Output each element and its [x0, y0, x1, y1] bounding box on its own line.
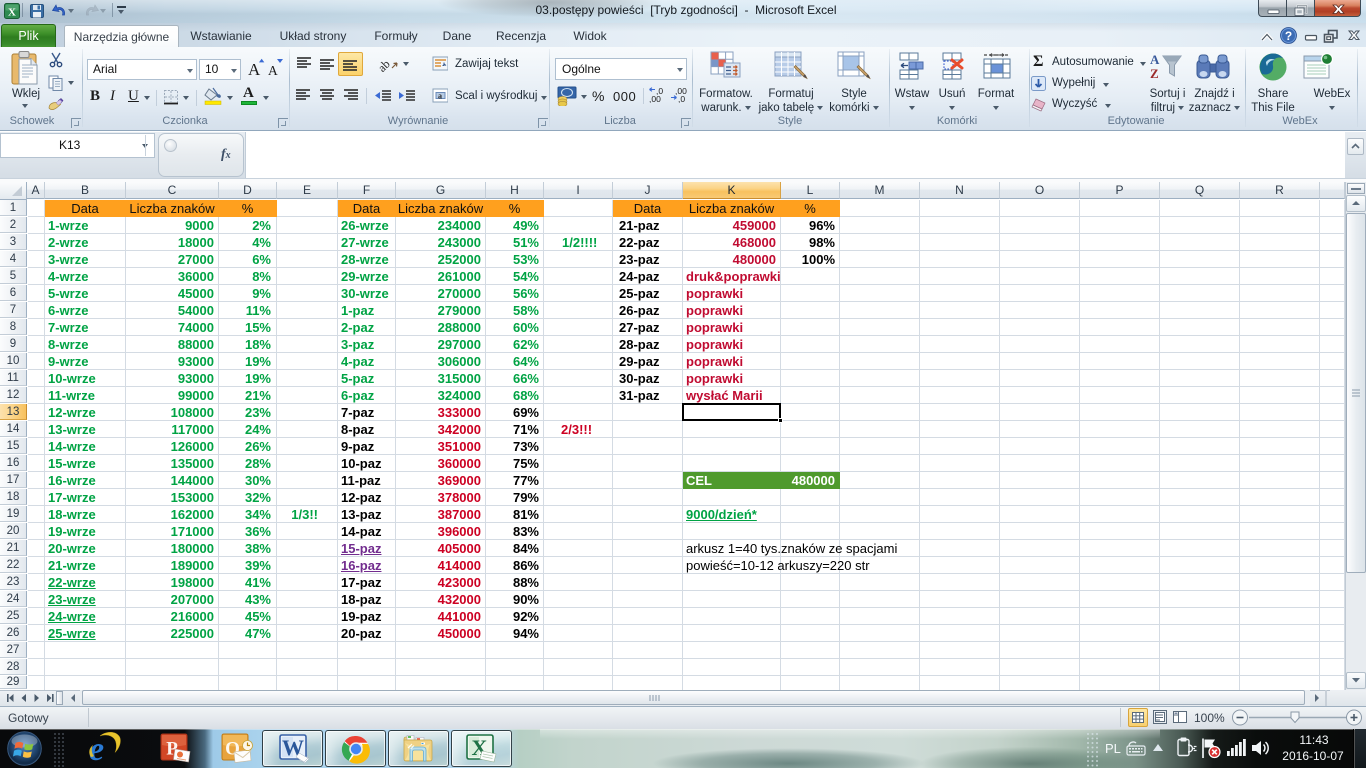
svg-text:?: ? — [1285, 29, 1292, 43]
svg-text:,00: ,00 — [649, 94, 661, 104]
svg-text:Z: Z — [1150, 66, 1159, 81]
svg-text:A: A — [268, 63, 278, 78]
svg-text:A: A — [248, 60, 261, 79]
svg-text:ab: ab — [378, 57, 393, 73]
svg-text:a: a — [438, 92, 442, 101]
svg-text:A: A — [1150, 52, 1160, 67]
